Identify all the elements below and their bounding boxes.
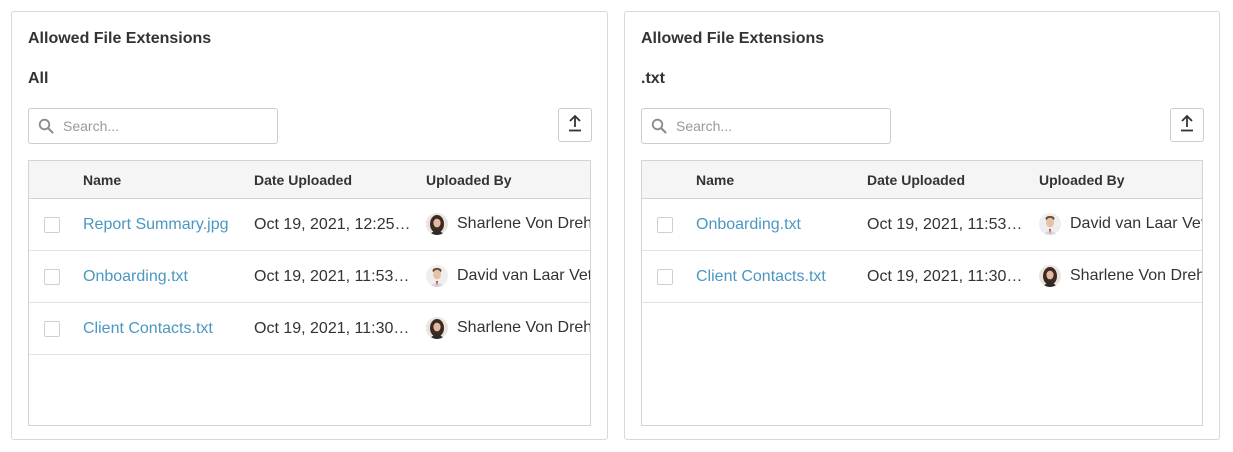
file-name-link[interactable]: Client Contacts.txt bbox=[83, 320, 213, 338]
table-row: Report Summary.jpg Oct 19, 2021, 12:25 P… bbox=[29, 199, 590, 251]
uploader-name: David van Laar Veth bbox=[457, 267, 591, 284]
uploaded-by: Sharlene Von Drehle bbox=[426, 213, 591, 235]
search-input[interactable] bbox=[676, 111, 876, 141]
search-icon bbox=[642, 109, 676, 143]
table-row: Onboarding.txt Oct 19, 2021, 11:53 AM Da… bbox=[29, 251, 590, 303]
panel-filter-label: All bbox=[28, 70, 49, 87]
panel-title: Allowed File Extensions bbox=[641, 30, 825, 47]
uploader-name: Sharlene Von Drehle bbox=[457, 215, 591, 232]
row-checkbox[interactable] bbox=[44, 269, 60, 285]
uploader-name: Sharlene Von Drehle bbox=[457, 319, 591, 336]
upload-button[interactable] bbox=[1170, 108, 1204, 142]
male-avatar bbox=[426, 265, 448, 287]
row-checkbox[interactable] bbox=[44, 321, 60, 337]
upload-icon bbox=[1179, 114, 1195, 137]
table-row: Client Contacts.txt Oct 19, 2021, 11:30 … bbox=[29, 303, 590, 355]
file-grid: Name Date Uploaded Uploaded By Report Su… bbox=[28, 160, 591, 426]
column-header-date-uploaded[interactable]: Date Uploaded bbox=[867, 172, 965, 188]
file-name-link[interactable]: Onboarding.txt bbox=[696, 216, 801, 234]
date-uploaded: Oct 19, 2021, 11:30 AM bbox=[254, 320, 412, 337]
female-avatar bbox=[1039, 265, 1061, 287]
uploaded-by: Sharlene Von Drehle bbox=[426, 317, 591, 339]
column-header-uploaded-by[interactable]: Uploaded By bbox=[1039, 172, 1125, 188]
grid-header: Name Date Uploaded Uploaded By bbox=[642, 161, 1202, 199]
upload-button[interactable] bbox=[558, 108, 592, 142]
search-icon bbox=[29, 109, 63, 143]
file-panel-all: Allowed File Extensions All Name Date Up… bbox=[11, 11, 608, 440]
column-header-date-uploaded[interactable]: Date Uploaded bbox=[254, 172, 352, 188]
date-uploaded: Oct 19, 2021, 11:53 AM bbox=[254, 268, 412, 285]
uploaded-by: David van Laar Veth bbox=[1039, 213, 1203, 235]
row-checkbox[interactable] bbox=[657, 217, 673, 233]
uploader-name: David van Laar Veth bbox=[1070, 215, 1203, 232]
uploader-name: Sharlene Von Drehle bbox=[1070, 267, 1203, 284]
row-checkbox[interactable] bbox=[44, 217, 60, 233]
file-name-link[interactable]: Client Contacts.txt bbox=[696, 268, 826, 286]
female-avatar bbox=[426, 317, 448, 339]
grid-header: Name Date Uploaded Uploaded By bbox=[29, 161, 590, 199]
search-box bbox=[28, 108, 278, 144]
table-row: Client Contacts.txt Oct 19, 2021, 11:30 … bbox=[642, 251, 1202, 303]
panel-filter-label: .txt bbox=[641, 70, 665, 87]
date-uploaded: Oct 19, 2021, 11:53 AM bbox=[867, 216, 1025, 233]
panel-title: Allowed File Extensions bbox=[28, 30, 212, 47]
file-name-link[interactable]: Report Summary.jpg bbox=[83, 216, 229, 234]
file-grid: Name Date Uploaded Uploaded By Onboardin… bbox=[641, 160, 1203, 426]
uploaded-by: David van Laar Veth bbox=[426, 265, 591, 287]
date-uploaded: Oct 19, 2021, 12:25 PM bbox=[254, 216, 412, 233]
column-header-uploaded-by[interactable]: Uploaded By bbox=[426, 172, 512, 188]
search-input[interactable] bbox=[63, 111, 263, 141]
column-header-name[interactable]: Name bbox=[83, 172, 121, 188]
file-panel-txt: Allowed File Extensions .txt Name Date U… bbox=[624, 11, 1220, 440]
row-checkbox[interactable] bbox=[657, 269, 673, 285]
search-box bbox=[641, 108, 891, 144]
column-header-name[interactable]: Name bbox=[696, 172, 734, 188]
male-avatar bbox=[1039, 213, 1061, 235]
table-row: Onboarding.txt Oct 19, 2021, 11:53 AM Da… bbox=[642, 199, 1202, 251]
date-uploaded: Oct 19, 2021, 11:30 AM bbox=[867, 268, 1025, 285]
uploaded-by: Sharlene Von Drehle bbox=[1039, 265, 1203, 287]
female-avatar bbox=[426, 213, 448, 235]
file-name-link[interactable]: Onboarding.txt bbox=[83, 268, 188, 286]
upload-icon bbox=[567, 114, 583, 137]
